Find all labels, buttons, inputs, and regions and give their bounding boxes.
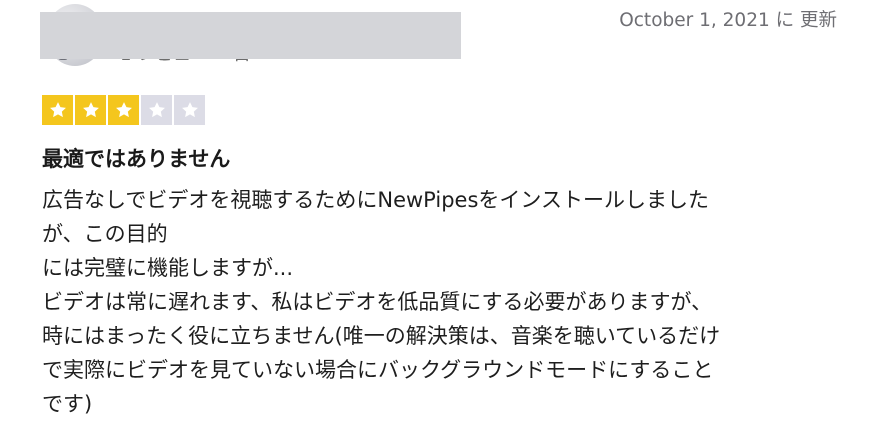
star-icon [148,102,165,118]
review-body-line: 時にはまったく役に立ちません(唯一の解決策は、音楽を聴いているだけ [42,324,721,348]
review-body-line: で実際にビデオを見ていない場合にバックグラウンドモードにすること [42,358,714,382]
review-body-line: です) [42,392,93,416]
review-body-line: ビデオは常に遅れます、私はビデオを低品質にする必要がありますが、 [42,290,713,314]
star-3 [108,95,139,125]
star-5 [174,95,205,125]
review-title: 最適ではありません [42,147,231,171]
star-icon [49,102,66,118]
review-body: 広告なしでビデオを視聴するためにNewPipesをインストールしました が、この… [42,183,842,421]
review-body-line: には完璧に機能しますが... [42,256,294,280]
star-2 [75,95,106,125]
star-rating [42,95,205,125]
review-body-line: 広告なしでビデオを視聴するためにNewPipesをインストールしました [42,188,709,212]
review-date: October 1, 2021 に 更新 [619,10,837,31]
star-1 [42,95,73,125]
star-icon [82,102,99,118]
star-icon [115,102,132,118]
review-card: ヤーストル・ドフマートン 1 レビュー・ 日 October 1, 2021 に… [0,0,885,417]
redaction-box [40,12,461,59]
star-4 [141,95,172,125]
review-body-line: が、この目的 [42,222,168,246]
star-icon [181,102,198,118]
